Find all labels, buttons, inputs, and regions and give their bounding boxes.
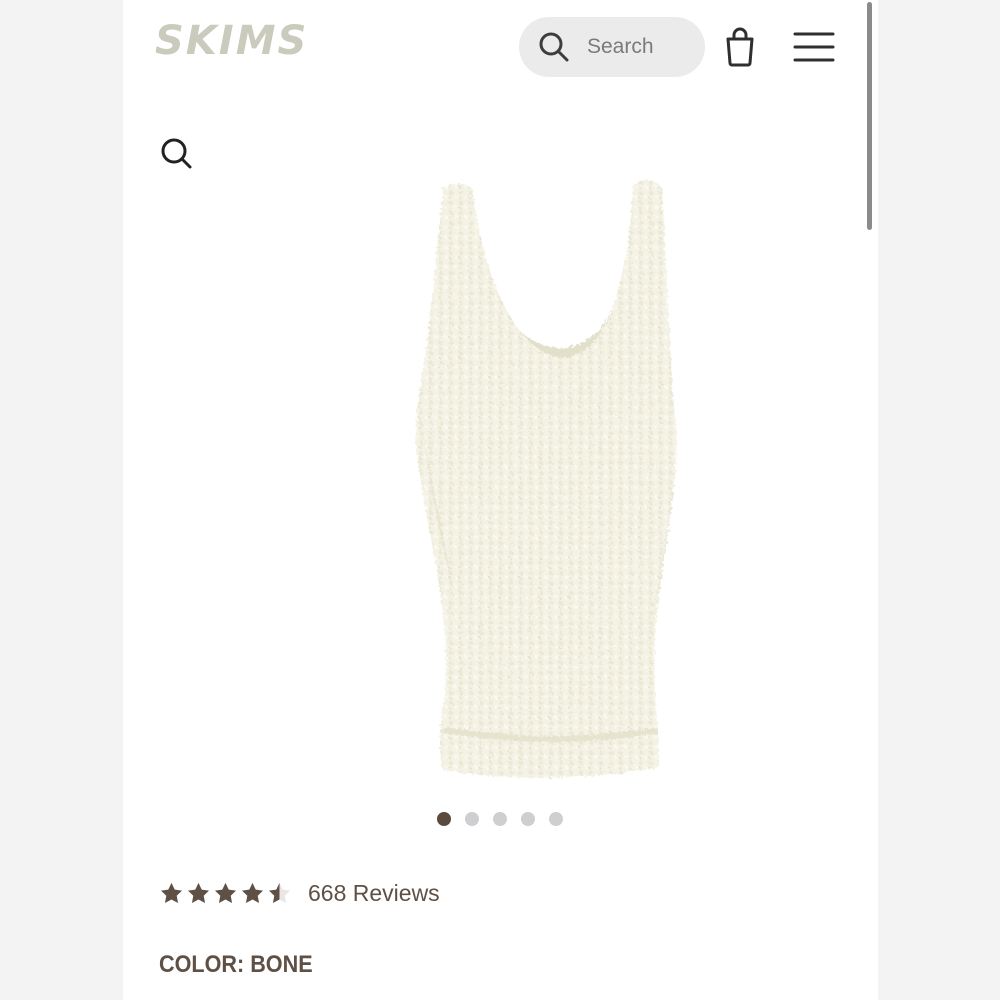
color-label: COLOR: [159, 951, 245, 978]
color-selection-label: COLOR: BONE [159, 951, 313, 979]
shopping-bag-icon[interactable] [723, 27, 757, 67]
gallery-dot-2[interactable] [465, 812, 479, 826]
gallery-dot-5[interactable] [549, 812, 563, 826]
star-full-icon [214, 882, 237, 903]
brand-logo[interactable]: SKIMS [155, 18, 308, 64]
product-page: SKIMS Search 668 Reviews COLOR: BONE [123, 0, 878, 1000]
star-full-icon [241, 882, 264, 903]
search-label: Search [587, 35, 654, 58]
star-full-icon [187, 882, 210, 903]
gallery-dot-3[interactable] [493, 812, 507, 826]
reviews-count-link[interactable]: 668 Reviews [308, 880, 440, 907]
gallery-dot-4[interactable] [521, 812, 535, 826]
left-background [0, 0, 123, 1000]
product-image[interactable] [278, 170, 718, 790]
color-value: BONE [250, 951, 313, 978]
search-icon [539, 32, 569, 62]
search-button[interactable]: Search [519, 17, 705, 77]
gallery-pagination [437, 812, 563, 826]
gallery-dot-1[interactable] [437, 812, 451, 826]
right-background [878, 0, 1000, 1000]
product-rating[interactable]: 668 Reviews [159, 880, 440, 907]
hamburger-menu-icon[interactable] [793, 30, 835, 64]
magnifier-icon[interactable] [159, 136, 193, 174]
star-half-icon [268, 882, 291, 903]
star-full-icon [160, 882, 183, 903]
rating-stars [159, 881, 292, 906]
scrollbar-thumb[interactable] [867, 2, 872, 230]
